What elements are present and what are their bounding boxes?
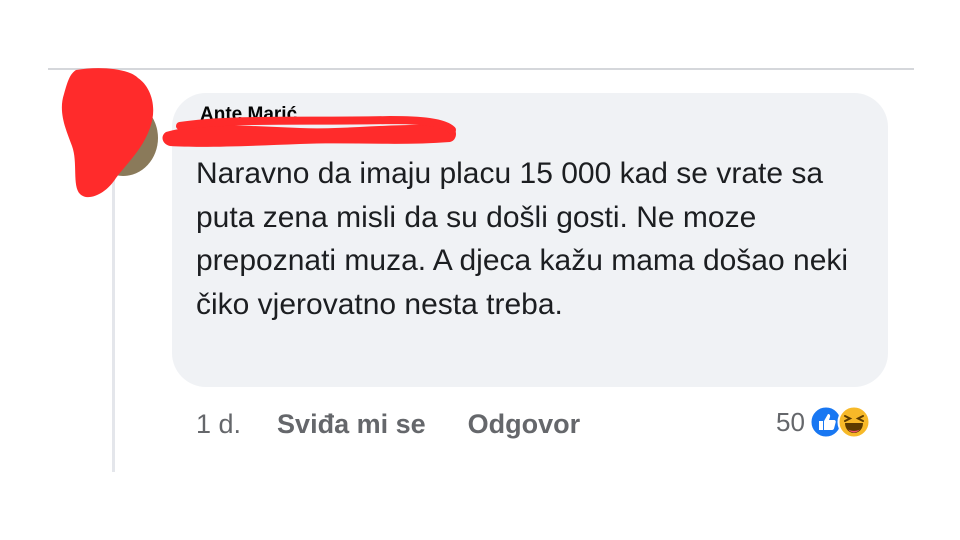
haha-icon — [837, 405, 871, 439]
comment-text: Naravno da imaju placu 15 000 kad se vra… — [196, 157, 849, 321]
reactions-summary[interactable]: 50 — [776, 402, 871, 442]
name-redaction-scribble — [162, 115, 456, 147]
like-button[interactable]: Sviđa mi se — [277, 409, 426, 440]
avatar-redaction-scribble — [61, 68, 154, 198]
reply-button[interactable]: Odgovor — [468, 409, 581, 440]
comment-timestamp[interactable]: 1 d. — [196, 409, 241, 440]
comment-actions: 1 d. Sviđa mi se Odgovor — [196, 404, 580, 444]
reaction-count: 50 — [776, 406, 805, 437]
comment-divider — [48, 68, 914, 70]
